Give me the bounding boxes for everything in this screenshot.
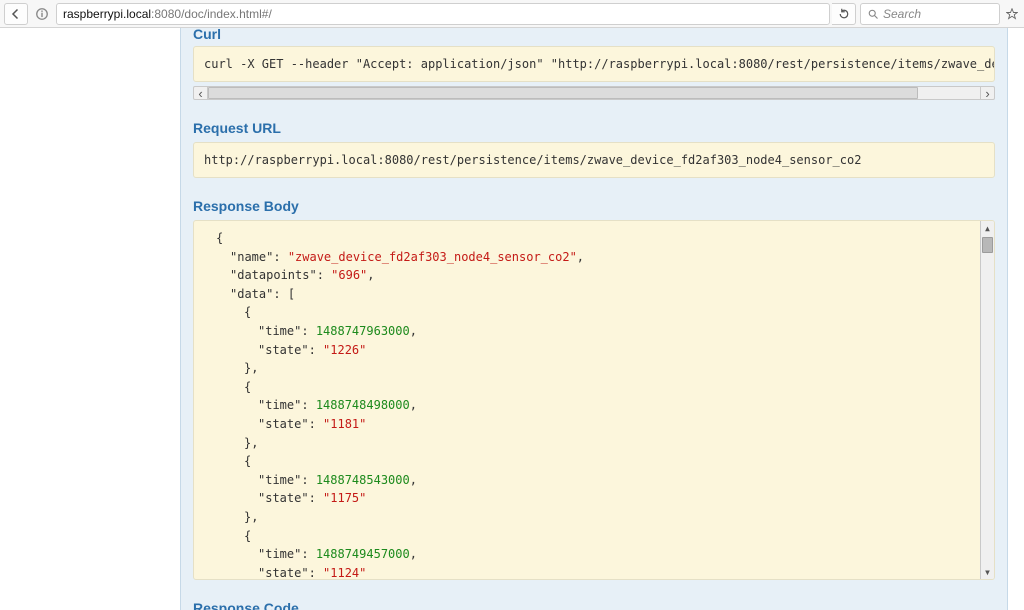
browser-toolbar: raspberrypi.local:8080/doc/index.html#/ … [0, 0, 1024, 28]
viewport: Curl curl -X GET --header "Accept: appli… [0, 28, 1024, 610]
search-placeholder: Search [883, 7, 921, 21]
search-icon [867, 8, 879, 20]
curl-horizontal-scrollbar[interactable]: ‹ › [193, 86, 995, 100]
api-response-panel: Curl curl -X GET --header "Accept: appli… [180, 28, 1008, 610]
reload-icon [838, 8, 850, 20]
address-bar[interactable]: raspberrypi.local:8080/doc/index.html#/ [56, 3, 830, 25]
response-body-section: Response Body { "name": "zwave_device_fd… [181, 188, 1007, 590]
site-info-icon[interactable] [32, 7, 52, 21]
reload-button[interactable] [832, 3, 856, 25]
request-url-section: Request URL http://raspberrypi.local:808… [181, 110, 1007, 188]
scroll-up-icon[interactable]: ▴ [981, 221, 994, 235]
request-url-title: Request URL [193, 112, 995, 142]
scroll-right-icon[interactable]: › [980, 87, 994, 99]
request-url-text: http://raspberrypi.local:8080/rest/persi… [204, 153, 861, 167]
response-body-title: Response Body [193, 190, 995, 220]
search-box[interactable]: Search [860, 3, 1000, 25]
url-host: raspberrypi.local [63, 7, 151, 21]
response-code-title: Response Code [193, 592, 995, 610]
curl-section: curl -X GET --header "Accept: applicatio… [181, 46, 1007, 110]
response-vertical-scrollbar[interactable]: ▴ ▾ [980, 221, 994, 579]
curl-command-text: curl -X GET --header "Accept: applicatio… [204, 57, 995, 71]
scroll-track[interactable] [208, 87, 980, 99]
back-button[interactable] [4, 3, 28, 25]
scroll-down-icon[interactable]: ▾ [981, 565, 994, 579]
response-code-section: Response Code [181, 590, 1007, 610]
scroll-left-icon[interactable]: ‹ [194, 87, 208, 99]
curl-command-block[interactable]: curl -X GET --header "Accept: applicatio… [193, 46, 995, 82]
scroll-thumb[interactable] [208, 87, 918, 99]
scroll-thumb-vertical[interactable] [982, 237, 993, 253]
request-url-block[interactable]: http://raspberrypi.local:8080/rest/persi… [193, 142, 995, 178]
response-body-block[interactable]: { "name": "zwave_device_fd2af303_node4_s… [193, 220, 995, 580]
curl-section-title: Curl [181, 28, 1007, 46]
url-path: :8080/doc/index.html#/ [151, 7, 272, 21]
bookmark-icon[interactable] [1004, 8, 1020, 20]
arrow-left-icon [10, 8, 22, 20]
